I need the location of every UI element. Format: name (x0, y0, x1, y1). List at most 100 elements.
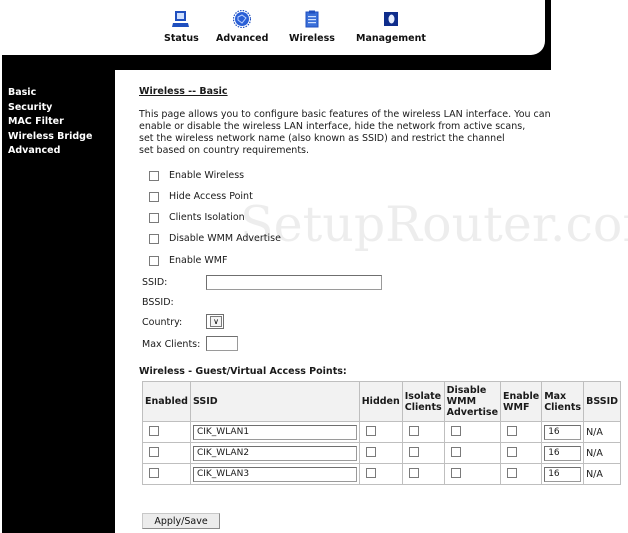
guest-enable-wmf-checkbox[interactable] (507, 446, 518, 457)
header-enabled: Enabled (142, 381, 191, 422)
guest-ap-table: Enabled SSID Hidden Isolate Clients Disa… (142, 381, 621, 485)
sidebar-item-basic[interactable]: Basic (8, 86, 92, 101)
guest-isolate-checkbox[interactable] (408, 425, 419, 436)
cell-disable-wmm (443, 463, 502, 485)
nav-advanced[interactable]: Advanced (216, 10, 268, 44)
description-line: set based on country requirements. (139, 145, 310, 156)
option-disable-wmm-advertise: Disable WMM Advertise (149, 233, 281, 244)
sidebar-menu: Basic Security MAC Filter Wireless Bridg… (8, 86, 92, 159)
country-select[interactable]: ∨ (206, 314, 224, 329)
guest-ap-title: Wireless - Guest/Virtual Access Points: (139, 366, 347, 377)
cell-disable-wmm (443, 421, 502, 443)
guest-enabled-checkbox[interactable] (149, 467, 159, 478)
cell-isolate (401, 442, 445, 464)
country-label: Country: (142, 317, 183, 328)
apply-save-button[interactable]: Apply/Save (142, 513, 220, 529)
description-line: set the wireless network name (also know… (139, 133, 505, 144)
hide-access-point-checkbox[interactable] (149, 191, 159, 202)
cell-bssid: N/A (583, 463, 621, 485)
header-line: WMM (446, 396, 477, 407)
table-row: CIK_WLAN1 16 N/A (142, 421, 621, 443)
guest-hidden-checkbox[interactable] (365, 446, 376, 457)
nav-wireless[interactable]: Wireless (289, 10, 335, 44)
header-hidden: Hidden (358, 381, 403, 422)
guest-ssid-input[interactable]: CIK_WLAN3 (192, 466, 357, 482)
sidebar-item-security[interactable]: Security (8, 101, 92, 116)
clients-isolation-checkbox[interactable] (149, 212, 159, 223)
sidebar-item-wireless-bridge[interactable]: Wireless Bridge (8, 130, 92, 145)
cell-hidden (358, 463, 403, 485)
top-nav-bar: Status Advanced Wireless Management (0, 0, 545, 55)
header-disable-wmm-advertise: Disable WMM Advertise (443, 381, 502, 422)
guest-ssid-input[interactable]: CIK_WLAN1 (192, 424, 357, 440)
ssid-input[interactable] (206, 275, 382, 290)
enable-wireless-checkbox[interactable] (149, 170, 159, 181)
cell-isolate (401, 421, 445, 443)
guest-isolate-checkbox[interactable] (408, 446, 419, 457)
guest-max-clients-input[interactable]: 16 (544, 424, 582, 440)
cell-bssid: N/A (583, 442, 621, 464)
table-header-row: Enabled SSID Hidden Isolate Clients Disa… (142, 381, 621, 422)
sidebar-item-mac-filter[interactable]: MAC Filter (8, 115, 92, 130)
header-isolate-clients: Isolate Clients (401, 381, 445, 422)
header-line: Enable (503, 390, 540, 402)
table-row: CIK_WLAN2 16 N/A (142, 442, 621, 464)
cell-max-clients: 16 (541, 421, 585, 443)
cell-enable-wmf (500, 442, 543, 464)
guest-disable-wmm-checkbox[interactable] (450, 446, 461, 457)
table-row: CIK_WLAN3 16 N/A (142, 463, 621, 485)
nav-management[interactable]: Management (356, 10, 426, 44)
option-hide-access-point: Hide Access Point (149, 191, 253, 202)
header-line: Isolate (404, 390, 442, 402)
guest-max-clients-input[interactable]: 16 (544, 466, 582, 482)
cell-ssid: CIK_WLAN2 (189, 442, 360, 464)
enable-wmf-checkbox[interactable] (149, 255, 159, 266)
header-max-clients: Max Clients (541, 381, 585, 422)
cell-enabled (142, 421, 191, 443)
cell-ssid: CIK_WLAN3 (189, 463, 360, 485)
guest-enabled-checkbox[interactable] (149, 446, 159, 457)
disable-wmm-advertise-checkbox[interactable] (149, 233, 159, 244)
cell-enable-wmf (500, 463, 543, 485)
guest-hidden-checkbox[interactable] (365, 467, 376, 478)
sidebar-item-advanced[interactable]: Advanced (8, 144, 92, 159)
guest-enabled-checkbox[interactable] (149, 425, 159, 436)
cell-max-clients: 16 (541, 442, 585, 464)
cell-max-clients: 16 (541, 463, 585, 485)
monitor-icon (172, 11, 190, 27)
guest-disable-wmm-checkbox[interactable] (450, 467, 461, 478)
cell-enabled (142, 442, 191, 464)
max-clients-label: Max Clients: (142, 339, 201, 350)
guest-enable-wmf-checkbox[interactable] (507, 425, 518, 436)
guest-ssid-input[interactable]: CIK_WLAN2 (192, 445, 357, 461)
cell-disable-wmm (443, 442, 502, 464)
clipboard-icon (305, 10, 319, 28)
guest-isolate-checkbox[interactable] (408, 467, 419, 478)
header-ssid: SSID (189, 381, 360, 422)
disable-wmm-advertise-label: Disable WMM Advertise (169, 233, 281, 244)
clients-isolation-label: Clients Isolation (169, 212, 245, 223)
guest-enable-wmf-checkbox[interactable] (507, 467, 518, 478)
hide-access-point-label: Hide Access Point (169, 191, 253, 202)
header-line: Clients (404, 401, 442, 413)
cell-hidden (358, 421, 403, 443)
description-line: This page allows you to configure basic … (139, 109, 551, 120)
page-description: This page allows you to configure basic … (139, 109, 579, 157)
option-clients-isolation: Clients Isolation (149, 212, 245, 223)
option-enable-wireless: Enable Wireless (149, 170, 244, 181)
header-line: Max (544, 390, 567, 402)
nav-status[interactable]: Status (164, 10, 199, 44)
guest-disable-wmm-checkbox[interactable] (450, 425, 461, 436)
cell-bssid: N/A (583, 421, 621, 443)
enable-wmf-label: Enable WMF (169, 255, 228, 266)
book-icon (383, 12, 398, 26)
max-clients-input[interactable] (206, 336, 238, 351)
bssid-label: BSSID: (142, 297, 174, 308)
guest-hidden-checkbox[interactable] (365, 425, 376, 436)
header-line: Clients (544, 401, 582, 413)
cell-isolate (401, 463, 445, 485)
description-line: enable or disable the wireless LAN inter… (139, 121, 526, 132)
guest-max-clients-input[interactable]: 16 (544, 445, 582, 461)
option-enable-wmf: Enable WMF (149, 255, 227, 266)
header-line: Advertise (446, 407, 499, 418)
